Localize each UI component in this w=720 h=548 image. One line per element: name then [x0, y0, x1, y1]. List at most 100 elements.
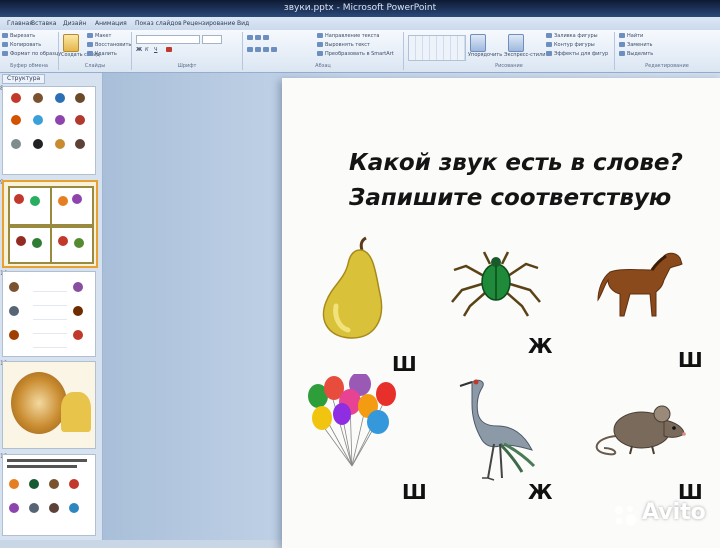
drawing-group-label: Рисование: [495, 63, 523, 69]
scissors-icon: [2, 33, 8, 38]
thumb-frame: [8, 226, 52, 264]
slide-thumbnail-8[interactable]: [2, 86, 96, 175]
thumb-picture: [16, 236, 26, 246]
bullets-button[interactable]: [247, 35, 271, 41]
thumb-frame: [50, 226, 94, 264]
crane-picture[interactable]: [442, 374, 542, 484]
horse-picture[interactable]: [590, 246, 690, 322]
current-slide[interactable]: Какой звук есть в слове? Запишите соотве…: [282, 78, 720, 548]
window-title: звуки.pptx - Microsoft PowerPoint: [283, 3, 437, 13]
delete-label: Удалить: [95, 51, 117, 57]
italic-button[interactable]: К: [145, 47, 149, 53]
editing-group-label: Редактирование: [645, 63, 689, 69]
font-group-label: Шрифт: [177, 63, 197, 69]
delete-icon: [87, 51, 93, 56]
thumb-picture: [74, 238, 84, 248]
shape-outline-button[interactable]: Контур фигуры: [546, 42, 595, 48]
slides-group: Создать слайд Макет Восстановить Удалить…: [59, 32, 132, 70]
thumb-picture: [33, 139, 43, 149]
arrange-button[interactable]: Упорядочить: [468, 52, 502, 58]
align-left-icon: [247, 47, 253, 52]
thumb-picture: [55, 115, 65, 125]
bold-button[interactable]: Ж: [136, 47, 142, 53]
format-painter-label: Формат по образцу: [10, 51, 62, 57]
text-direction-icon: [317, 33, 323, 38]
underline-button[interactable]: Ч: [154, 47, 157, 53]
ribbon: Вырезать Копировать Формат по образцу Бу…: [0, 30, 720, 73]
align-buttons[interactable]: [247, 47, 279, 53]
delete-slide-button[interactable]: Удалить: [87, 51, 117, 57]
justify-icon: [271, 47, 277, 52]
avito-logo-icon: [615, 506, 637, 526]
shape-effects-button[interactable]: Эффекты для фигур: [546, 51, 608, 57]
select-label: Выделить: [627, 51, 654, 57]
text-direction-button[interactable]: Направление текста: [317, 33, 379, 39]
cursor-icon: [619, 51, 625, 56]
tab-animation[interactable]: Анимация: [92, 19, 130, 28]
shapes-gallery[interactable]: [408, 35, 466, 61]
clipboard-group: Вырезать Копировать Формат по образцу Бу…: [0, 32, 61, 70]
cut-button[interactable]: Вырезать: [2, 33, 35, 39]
outline-tab[interactable]: Структура: [2, 74, 46, 84]
tab-slideshow[interactable]: Показ слайдов: [132, 19, 185, 28]
tab-review[interactable]: Рецензирование: [180, 19, 238, 28]
window-title-bar: звуки.pptx - Microsoft PowerPoint: [0, 0, 720, 17]
smartart-label: Преобразовать в SmartArt: [325, 51, 394, 57]
thumb-picture: [11, 115, 21, 125]
thumb-table: [33, 278, 67, 350]
smartart-button[interactable]: Преобразовать в SmartArt: [317, 51, 394, 57]
ribbon-tabs: Главная Вставка Дизайн Анимация Показ сл…: [0, 17, 720, 31]
paragraph-group: Направление текста Выровнять текст Преоб…: [243, 32, 404, 70]
font-color-icon: [166, 47, 172, 52]
tab-view[interactable]: Вид: [234, 19, 252, 28]
answer-letter[interactable]: Ш: [392, 352, 417, 376]
snail-shell-picture: [11, 372, 67, 434]
thumb-picture: [55, 139, 65, 149]
replace-button[interactable]: Заменить: [619, 42, 653, 48]
layout-icon: [87, 33, 93, 38]
answer-letter[interactable]: Ж: [528, 480, 552, 504]
arrange-icon[interactable]: [470, 34, 486, 52]
thumb-picture: [55, 93, 65, 103]
mouse-picture[interactable]: [586, 392, 690, 462]
answer-letter[interactable]: Ш: [402, 480, 427, 504]
thumb-picture: [11, 139, 21, 149]
copy-icon: [2, 42, 8, 47]
tab-insert[interactable]: Вставка: [28, 19, 59, 28]
shape-fill-button[interactable]: Заливка фигуры: [546, 33, 598, 39]
align-text-label: Выровнять текст: [325, 42, 370, 48]
select-button[interactable]: Выделить: [619, 51, 653, 57]
find-button[interactable]: Найти: [619, 33, 643, 39]
reset-icon: [87, 42, 93, 47]
thumb-picture: [72, 194, 82, 204]
pear-picture[interactable]: [314, 236, 394, 342]
align-text-button[interactable]: Выровнять текст: [317, 42, 370, 48]
thumb-picture: [75, 139, 85, 149]
new-slide-icon[interactable]: [63, 34, 79, 52]
slide-thumbnail-9[interactable]: [2, 180, 98, 268]
balloons-picture[interactable]: [302, 374, 406, 474]
answer-letter[interactable]: Ш: [678, 348, 703, 372]
tab-design[interactable]: Дизайн: [60, 19, 89, 28]
shape-fill-label: Заливка фигуры: [554, 33, 598, 39]
layout-button[interactable]: Макет: [87, 33, 111, 39]
font-color-button[interactable]: [166, 47, 174, 53]
font-size-select[interactable]: [202, 35, 222, 44]
slide-thumbnail-12[interactable]: [2, 454, 96, 536]
question-title-line-2[interactable]: Запишите соответствую: [349, 185, 671, 211]
reset-button[interactable]: Восстановить: [87, 42, 131, 48]
thumb-picture: [9, 282, 19, 292]
quick-styles-button[interactable]: Экспресс-стили: [504, 52, 545, 58]
beetle-picture[interactable]: [444, 246, 548, 318]
format-painter-button[interactable]: Формат по образцу: [2, 51, 61, 57]
copy-button[interactable]: Копировать: [2, 42, 41, 48]
slide-thumbnail-10[interactable]: [2, 271, 96, 357]
answer-letter[interactable]: Ж: [528, 334, 552, 358]
quick-styles-icon[interactable]: [508, 34, 524, 52]
question-title-line-1[interactable]: Какой звук есть в слове?: [349, 150, 683, 176]
slides-group-label: Слайды: [84, 63, 106, 69]
slide-thumbnail-11[interactable]: [2, 361, 96, 449]
font-family-select[interactable]: [136, 35, 200, 44]
thumb-picture: [58, 196, 68, 206]
binoculars-icon: [619, 33, 625, 38]
